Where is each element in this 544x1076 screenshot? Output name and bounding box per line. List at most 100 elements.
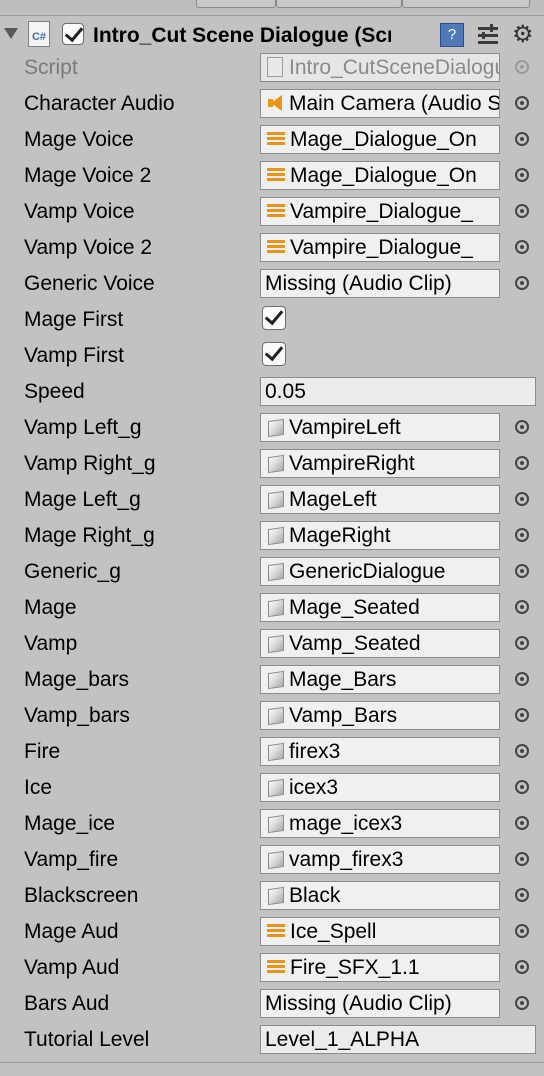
value-field[interactable]: Level_1_ALPHA — [260, 1025, 536, 1054]
field-value: Mage_Bars — [289, 668, 397, 691]
object-picker-icon[interactable] — [515, 924, 529, 938]
field-row: Tutorial Level Level_1_ALPHA — [0, 1022, 544, 1058]
field-label: Tutorial Level — [24, 1028, 150, 1051]
field-value: Mage_Dialogue_On — [290, 164, 477, 187]
toolbar-tab[interactable] — [276, 0, 402, 8]
object-field[interactable]: Mage_Dialogue_On — [260, 125, 500, 154]
field-checkbox[interactable] — [262, 305, 286, 330]
object-field[interactable]: VampireLeft — [260, 413, 500, 442]
divider — [0, 1062, 544, 1063]
field-value: Vampire_Dialogue_ — [290, 200, 473, 223]
field-label: Mage Voice 2 — [24, 164, 152, 187]
object-field[interactable]: Vamp_Seated — [260, 629, 500, 658]
object-picker-icon[interactable] — [515, 780, 529, 794]
field-label: Mage Aud — [24, 920, 119, 943]
object-picker-icon[interactable] — [515, 960, 529, 974]
object-picker-icon[interactable] — [515, 168, 529, 182]
object-picker-icon[interactable] — [515, 96, 529, 110]
field-value: VampireRight — [289, 452, 415, 475]
object-picker-icon[interactable] — [515, 996, 529, 1010]
object-field[interactable]: Missing (Audio Clip) — [260, 989, 500, 1018]
object-field[interactable]: mage_icex3 — [260, 809, 500, 838]
object-picker-icon[interactable] — [515, 276, 529, 290]
gameobject-cube-icon — [268, 454, 284, 474]
object-picker-icon[interactable] — [515, 132, 529, 146]
object-field[interactable]: MageLeft — [260, 485, 500, 514]
object-picker-icon[interactable] — [515, 564, 529, 578]
object-field[interactable]: Vamp_Bars — [260, 701, 500, 730]
object-field[interactable]: Black — [260, 881, 500, 910]
field-row: Mage Right_g MageRight — [0, 518, 544, 554]
object-picker-icon[interactable] — [515, 744, 529, 758]
field-label: Mage Right_g — [24, 524, 155, 547]
field-row: Mage_bars Mage_Bars — [0, 662, 544, 698]
object-picker-icon[interactable] — [515, 204, 529, 218]
object-picker-icon[interactable] — [515, 636, 529, 650]
field-value: Level_1_ALPHA — [265, 1028, 420, 1051]
field-label: Mage_ice — [24, 812, 116, 835]
object-field[interactable]: Vampire_Dialogue_ — [260, 233, 500, 262]
toolbar-tab[interactable] — [196, 0, 276, 8]
field-row: Vamp Voice Vampire_Dialogue_ — [0, 194, 544, 230]
object-picker-icon[interactable] — [515, 672, 529, 686]
script-icon-label: C# — [31, 31, 47, 43]
object-picker-icon[interactable] — [515, 816, 529, 830]
gameobject-cube-icon — [268, 742, 284, 762]
field-value: Mage_Dialogue_On — [290, 128, 477, 151]
field-checkbox[interactable] — [262, 341, 286, 366]
object-field[interactable]: firex3 — [260, 737, 500, 766]
field-label: Vamp — [24, 632, 78, 655]
field-value: Vampire_Dialogue_ — [290, 236, 473, 259]
object-field[interactable]: vamp_firex3 — [260, 845, 500, 874]
field-value: GenericDialogue — [289, 560, 446, 583]
component-enabled-checkbox[interactable] — [62, 22, 84, 45]
help-book-icon[interactable]: ? — [440, 23, 464, 47]
field-label: Generic Voice — [24, 272, 155, 295]
component-header[interactable]: C# Intro_Cut Scene Dialogue (Script) ? ⚙ — [0, 15, 544, 54]
object-field[interactable]: Main Camera (Audio Source) — [260, 89, 500, 118]
field-label: Mage Voice — [24, 128, 134, 151]
field-label: Mage First — [24, 308, 124, 331]
field-row: Vamp_bars Vamp_Bars — [0, 698, 544, 734]
field-label: Mage Left_g — [24, 488, 141, 511]
object-field[interactable]: VampireRight — [260, 449, 500, 478]
object-field[interactable]: Missing (Audio Clip) — [260, 269, 500, 298]
object-field[interactable]: MageRight — [260, 521, 500, 550]
object-picker-icon[interactable] — [515, 888, 529, 902]
field-row: Vamp Right_g VampireRight — [0, 446, 544, 482]
object-picker-icon[interactable] — [515, 528, 529, 542]
object-picker-icon — [515, 60, 529, 74]
object-field[interactable]: GenericDialogue — [260, 557, 500, 586]
field-row: Generic_g GenericDialogue — [0, 554, 544, 590]
field-row: Mage Mage_Seated — [0, 590, 544, 626]
object-picker-icon[interactable] — [515, 240, 529, 254]
field-row: Bars Aud Missing (Audio Clip) — [0, 986, 544, 1022]
gameobject-cube-icon — [268, 850, 284, 870]
foldout-arrow-icon[interactable] — [4, 28, 18, 39]
field-row: Ice icex3 — [0, 770, 544, 806]
object-field[interactable]: Mage_Bars — [260, 665, 500, 694]
field-value: Ice_Spell — [290, 920, 377, 943]
object-picker-icon[interactable] — [515, 708, 529, 722]
object-picker-icon[interactable] — [515, 600, 529, 614]
field-label: Vamp Left_g — [24, 416, 142, 439]
field-label: Vamp Right_g — [24, 452, 156, 475]
object-picker-icon[interactable] — [515, 852, 529, 866]
object-picker-icon[interactable] — [515, 420, 529, 434]
object-field[interactable]: icex3 — [260, 773, 500, 802]
object-field[interactable]: Vampire_Dialogue_ — [260, 197, 500, 226]
object-picker-icon[interactable] — [515, 492, 529, 506]
object-field[interactable]: Fire_SFX_1.1 — [260, 953, 500, 982]
preset-sliders-icon[interactable] — [478, 24, 500, 46]
gameobject-cube-icon — [268, 562, 284, 582]
field-label: Mage — [24, 596, 77, 619]
object-picker-icon[interactable] — [515, 456, 529, 470]
object-field[interactable]: Mage_Dialogue_On — [260, 161, 500, 190]
value-field[interactable]: 0.05 — [260, 377, 536, 406]
field-value: MageRight — [289, 524, 391, 547]
object-field[interactable]: Ice_Spell — [260, 917, 500, 946]
object-field[interactable]: Mage_Seated — [260, 593, 500, 622]
audio-clip-icon — [265, 202, 287, 220]
gear-icon[interactable]: ⚙ — [512, 20, 534, 49]
toolbar-tab[interactable] — [402, 0, 530, 8]
